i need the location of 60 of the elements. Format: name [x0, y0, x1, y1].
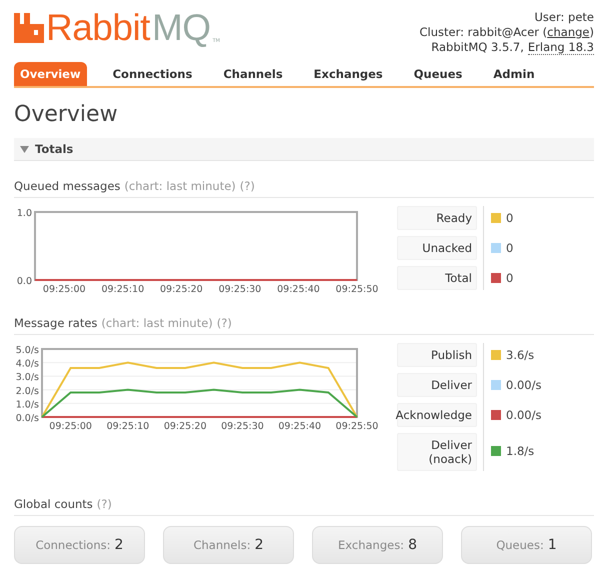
section-title: Queued messages — [14, 179, 120, 193]
count-button[interactable]: Connections: 2 — [14, 526, 145, 564]
rabbit-logo-icon — [14, 13, 44, 43]
axis-label: 3.0/s — [16, 372, 39, 384]
legend-label: Publish — [397, 343, 477, 367]
totals-label: Totals — [35, 142, 74, 156]
totals-header[interactable]: Totals — [14, 138, 594, 161]
erlang-version: Erlang 18.3 — [528, 40, 594, 55]
legend-label: Deliver — [397, 373, 477, 397]
axis-label: 4.0/s — [16, 358, 39, 370]
axis-label: 09:25:40 — [277, 284, 320, 295]
legend-label: Ready — [397, 206, 477, 230]
axis-label: 2.0/s — [16, 386, 39, 397]
cluster-label: Cluster: rabbit@Acer ( — [420, 25, 548, 39]
page-title: Overview — [14, 102, 119, 127]
nav-tab[interactable]: Queues — [408, 62, 476, 86]
legend-label: Unacked — [397, 236, 477, 260]
legend-value: 0.00/s — [506, 378, 542, 392]
axis-label: 09:25:10 — [106, 421, 150, 432]
legend-value: 0.00/s — [506, 408, 542, 422]
legend-value: 3.6/s — [506, 348, 534, 362]
count-button[interactable]: Exchanges: 8 — [312, 526, 443, 564]
legend-value: 0 — [506, 241, 514, 255]
axis-label: 09:25:10 — [101, 284, 144, 295]
legend-value: 0 — [506, 211, 514, 225]
axis-label: 09:25:20 — [160, 284, 203, 295]
section-title: Message rates — [14, 316, 98, 330]
axis-label: 09:25:50 — [336, 421, 378, 432]
nav-tab[interactable]: Connections — [106, 62, 206, 86]
axis-label: 09:25:40 — [278, 421, 322, 432]
axis-label: 09:25:00 — [42, 284, 86, 295]
count-button[interactable]: Queues: 1 — [461, 526, 592, 564]
legend-label: Total — [397, 266, 477, 290]
axis-label: 1.0/s — [16, 399, 39, 410]
chart-note: (chart: last minute) — [101, 316, 213, 330]
nav-tab[interactable]: Exchanges — [308, 62, 397, 86]
chart-note: (chart: last minute) — [124, 179, 236, 193]
axis-label: 09:25:30 — [218, 284, 262, 295]
axis-label: 09:25:50 — [336, 284, 378, 295]
axis-label: 09:25:20 — [164, 421, 207, 432]
axis-label: 0.0/s — [16, 413, 39, 424]
version-label: RabbitMQ 3.5.7, — [431, 40, 524, 54]
user-label: User: pete — [534, 10, 594, 25]
nav-tab[interactable]: Channels — [217, 62, 297, 86]
axis-label: 5.0/s — [16, 345, 39, 356]
logo-text: MQ — [152, 10, 211, 46]
legend-value: 0 — [506, 271, 514, 285]
nav-tab[interactable]: Admin — [487, 62, 549, 86]
count-button[interactable]: Channels: 2 — [163, 526, 294, 564]
legend-value: 1.8/s — [506, 444, 534, 458]
legend-label: Acknowledge — [397, 403, 477, 427]
logo-text: Rabbit — [46, 10, 150, 46]
axis-label: 1.0 — [16, 208, 32, 219]
cluster-label: ) — [590, 25, 594, 39]
axis-label: 0.0 — [16, 276, 32, 287]
legend-label: Deliver (noack) — [397, 433, 477, 471]
section-title: Global counts — [14, 497, 93, 511]
change-link[interactable]: change — [547, 25, 590, 39]
axis-label: 09:25:00 — [49, 421, 92, 432]
axis-label: 09:25:30 — [221, 421, 264, 432]
